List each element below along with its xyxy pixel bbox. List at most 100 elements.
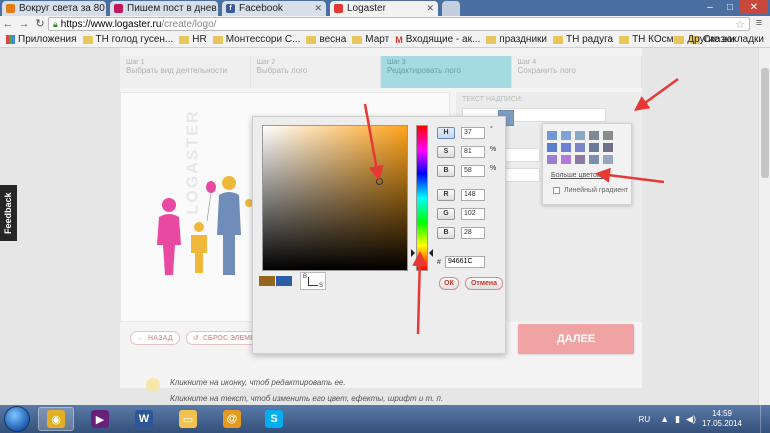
tab-favicon-icon [114,4,123,13]
palette-swatch[interactable] [547,131,557,140]
network-icon[interactable]: ▮ [675,414,680,425]
tab-close-icon[interactable]: ✕ [217,3,218,14]
hue-slider-handle[interactable] [411,249,415,257]
step-1[interactable]: Шаг 1 Выбрать вид деятельности [120,56,251,88]
palette-swatch[interactable] [589,131,599,140]
hex-input[interactable]: 94661C [445,256,485,268]
linear-gradient-option[interactable]: Линейный градиент [553,187,628,194]
scrollbar-thumb[interactable] [761,68,769,178]
taskbar-app-explorer[interactable]: ▭ [170,407,206,431]
close-window-button[interactable]: ✕ [740,0,768,14]
tab-strip: Вокруг света за 80 д ✕ Пишем пост в днев… [0,0,770,16]
palette-swatch[interactable] [603,143,613,152]
palette-swatch[interactable] [575,131,585,140]
taskbar-app-skype[interactable]: S [256,407,292,431]
original-color-preview[interactable] [276,276,292,286]
skype-icon: S [265,410,283,428]
blue-input[interactable]: 28 [461,227,485,239]
taskbar-app-visual-studio[interactable]: ▶ [82,407,118,431]
forward-arrow-icon[interactable]: → [16,17,32,31]
family-logo-icon[interactable] [151,165,261,275]
brightness-input[interactable]: 58 [461,165,485,177]
taskbar-app-mail[interactable]: @ [214,407,250,431]
step-3[interactable]: Шаг 3 Редактировать лого [381,56,512,88]
folder-icon [212,35,223,44]
taskbar-app-word[interactable]: W [126,407,162,431]
saturation-input[interactable]: 81 [461,146,485,158]
red-input[interactable]: 148 [461,189,485,201]
back-arrow-icon[interactable]: ← [0,17,16,31]
clock[interactable]: 14:59 17.05.2014 [702,409,742,429]
back-button[interactable]: ← НАЗАД [130,331,180,345]
bookmark-item[interactable]: ТН радуга [553,34,613,45]
green-mode-button[interactable]: G [437,208,455,220]
red-mode-button[interactable]: R [437,189,455,201]
minimize-button[interactable]: – [700,0,720,14]
bookmark-item[interactable]: праздники [486,34,547,45]
bookmark-item[interactable]: весна [306,34,346,45]
step-2[interactable]: Шаг 2 Выбрать лого [250,56,381,88]
browser-tab-1[interactable]: Вокруг света за 80 д ✕ [2,1,106,16]
saturation-brightness-area[interactable] [262,125,408,271]
taskbar-app-chrome[interactable]: ◉ [38,407,74,431]
bookmark-item[interactable]: Март [352,34,389,45]
browser-tab-2[interactable]: Пишем пост в днев ✕ [110,1,218,16]
tab-close-icon[interactable]: ✕ [311,3,322,14]
reload-icon[interactable]: ↻ [32,17,48,31]
more-colors-link[interactable]: Больше цветов... [551,172,606,179]
cancel-button[interactable]: Отмена [465,277,503,290]
hue-slider[interactable] [416,125,428,271]
ok-button[interactable]: ОК [439,277,459,290]
hue-input[interactable]: 37 [461,127,485,139]
blue-mode-button[interactable]: B [437,227,455,239]
page-scrollbar[interactable] [758,48,770,405]
browser-menu-icon[interactable]: ≡ [752,17,766,31]
folder-icon [306,35,317,44]
saturation-mode-button[interactable]: S [437,146,455,158]
palette-swatch[interactable] [603,155,613,164]
show-desktop-button[interactable] [760,405,770,433]
brightness-mode-button[interactable]: B [437,165,455,177]
palette-swatch[interactable] [561,143,571,152]
linear-gradient-checkbox[interactable] [553,187,560,194]
browser-tab-3[interactable]: f Facebook ✕ [222,1,326,16]
tab-close-icon[interactable]: ✕ [423,3,434,14]
start-button-icon[interactable] [4,406,30,432]
color-cursor[interactable] [376,178,383,185]
next-button[interactable]: ДАЛЕЕ [518,324,634,354]
system-tray: RU ▲ ▮ ◀) 14:59 17.05.2014 [639,405,770,433]
gmail-icon: M [395,34,403,45]
palette-swatch[interactable] [561,155,571,164]
hue-mode-button[interactable]: H [437,127,455,139]
palette-swatch[interactable] [589,143,599,152]
bookmark-item[interactable]: M Входящие - ак... [395,34,480,45]
volume-icon[interactable]: ◀) [686,414,696,425]
green-input[interactable]: 102 [461,208,485,220]
address-bar[interactable]: 🔒︎ https://www.logaster.ru /create/logo/… [48,17,750,31]
feedback-tab[interactable]: Feedback [0,185,17,241]
hue-slider-handle[interactable] [429,249,433,257]
brightness-saturation-mode-icon[interactable]: B S [300,272,326,290]
palette-swatch[interactable] [575,143,585,152]
palette-swatch[interactable] [603,131,613,140]
bookmark-item[interactable]: Монтессори С... [212,34,300,45]
maximize-button[interactable]: □ [720,0,740,14]
other-bookmarks[interactable]: Другие закладки [674,34,764,45]
tab-title: Facebook [239,3,283,14]
step-4[interactable]: Шаг 4 Сохранить лого [511,56,642,88]
bookmark-star-icon[interactable]: ☆ [735,18,745,31]
text-label: Текст надписи: [462,96,523,103]
browser-tab-4[interactable]: Logaster ✕ [330,1,438,16]
palette-swatch[interactable] [547,143,557,152]
bookmark-item[interactable]: ТН голод гусен... [82,34,173,45]
palette-swatch[interactable] [547,155,557,164]
palette-swatch[interactable] [589,155,599,164]
palette-swatch[interactable] [561,131,571,140]
web-page: Feedback Шаг 1 Выбрать вид деятельности … [0,48,770,405]
language-indicator[interactable]: RU [639,415,651,424]
palette-swatch[interactable] [575,155,585,164]
bookmark-apps[interactable]: Приложения [6,34,77,45]
new-tab-button[interactable] [442,1,460,16]
show-hidden-icons-icon[interactable]: ▲ [660,414,669,424]
bookmark-item[interactable]: HR [179,34,207,45]
